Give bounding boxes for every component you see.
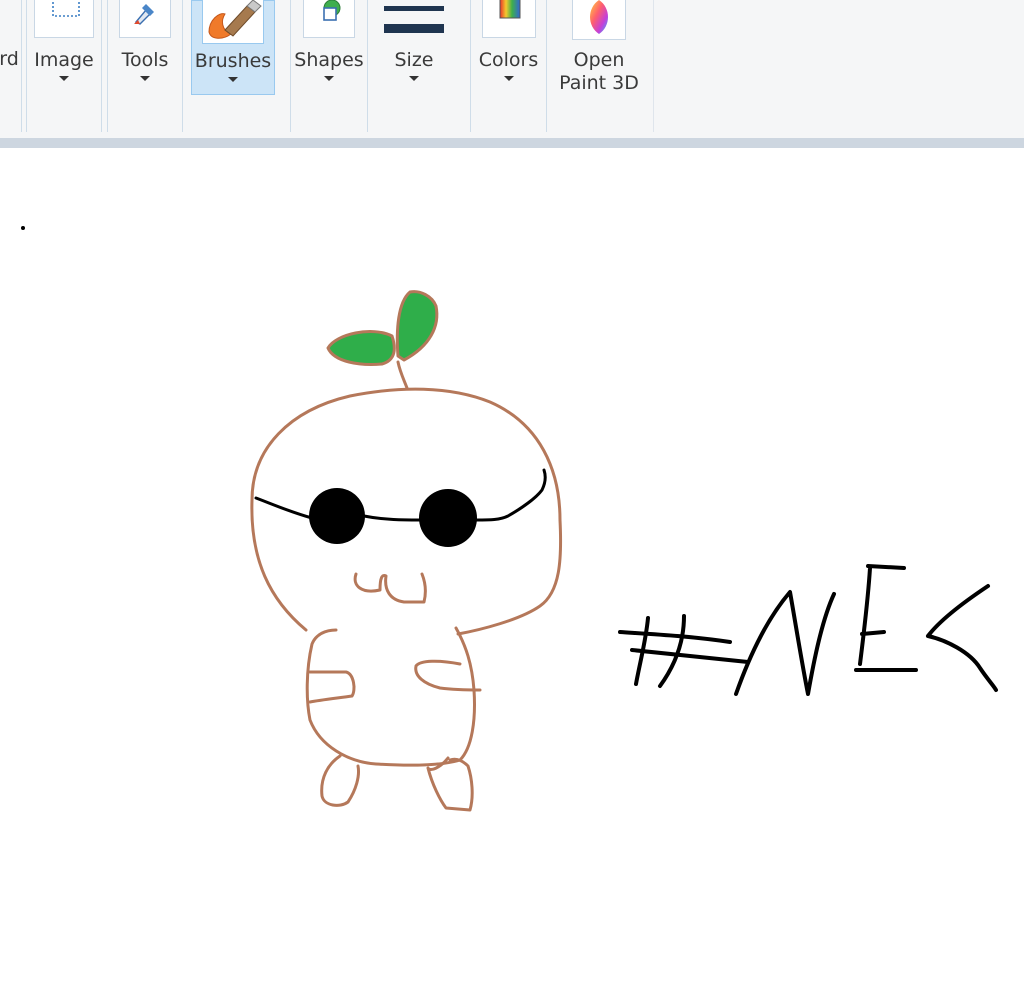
color-palette-icon [481,0,536,38]
tools-dropdown-icon [140,76,150,81]
open-paint3d-label-line2: Paint 3D [559,72,639,94]
right-leaf [395,290,439,362]
shapes-dropdown-icon [324,76,334,81]
tools-group: Tools [107,0,183,132]
shapes-icon [303,0,355,38]
letter-k [926,584,998,692]
left-lens [309,488,365,544]
left-arm [308,670,356,704]
brushes-button[interactable]: Brushes [191,0,275,95]
brushes-group: Brushes [188,0,288,132]
drawing-canvas[interactable] [0,148,1024,1007]
drawing-surface [21,226,998,812]
hash-vertical-2 [658,614,686,688]
shapes-group: Shapes [290,0,368,132]
clipboard-group: rd [0,0,22,132]
colors-group: Colors [470,0,547,132]
select-icon [34,0,94,38]
left-leaf [326,330,396,366]
right-lens [419,489,477,547]
hash-horizontal-2 [630,648,750,664]
colors-button[interactable]: Colors [471,0,546,100]
left-foot [320,754,360,807]
body-outline [305,626,476,767]
clipboard-button[interactable]: rd [0,48,20,71]
paint3d-icon [572,0,626,40]
tools-icon [119,0,171,38]
colors-dropdown-icon [503,76,514,81]
image-button[interactable]: Image [27,0,101,100]
letter-n [734,590,836,696]
right-foot [426,756,474,812]
brush-icon [202,0,264,44]
size-button[interactable]: Size [376,0,452,100]
mouth [353,572,427,604]
ribbon: rd Image Tools Brushes Shapes Size Color… [0,0,1024,138]
handwritten-hashtag [618,564,998,696]
image-group: Image [26,0,102,132]
clipboard-label: rd [0,48,19,70]
ribbon-end-divider [653,0,654,132]
image-dropdown-icon [59,76,69,81]
brushes-dropdown-icon [228,77,238,82]
ribbon-bottom-border [0,138,1024,148]
glasses-frame [254,468,547,522]
letter-e [854,564,918,672]
stray-dot [21,226,25,230]
open-paint3d-button[interactable]: Open Paint 3D [553,0,645,100]
hash-horizontal-1 [618,630,732,644]
stem [396,360,409,390]
line-size-icon [384,6,444,33]
size-dropdown-icon [409,76,419,81]
tools-button[interactable]: Tools [108,0,182,100]
sprout-character [250,290,563,812]
shapes-button[interactable]: Shapes [291,0,367,100]
